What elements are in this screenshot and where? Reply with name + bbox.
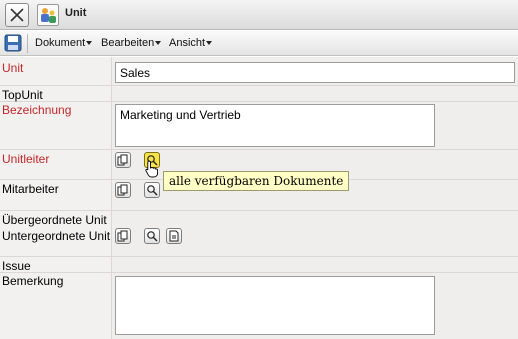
copy-icon (117, 184, 128, 196)
label-bezeichnung: Bezeichnung (2, 103, 72, 117)
label-bemerkung: Bemerkung (2, 274, 64, 288)
menu-ansicht[interactable]: Ansicht (169, 37, 213, 49)
chevron-down-icon (155, 41, 162, 46)
unit-icon (37, 4, 59, 26)
label-issue: Issue (2, 259, 31, 273)
untergeordnete-search-button[interactable] (144, 228, 160, 244)
untergeordnete-new-document-button[interactable] (166, 228, 182, 244)
tooltip: alle verfügbaren Dokumente (163, 171, 350, 191)
toolbar: Dokument Bearbeiten Ansicht (0, 31, 518, 56)
row-divider (0, 256, 518, 257)
row-divider (0, 101, 518, 102)
row-divider (0, 210, 518, 211)
copy-icon (117, 230, 128, 242)
close-button[interactable] (5, 3, 29, 27)
search-icon (147, 231, 158, 242)
menu-bearbeiten[interactable]: Bearbeiten (101, 37, 162, 49)
unitleiter-copy-button[interactable] (115, 152, 131, 168)
menu-dokument[interactable]: Dokument (35, 37, 93, 49)
bezeichnung-textarea[interactable]: Marketing und Vertrieb (115, 104, 435, 147)
bemerkung-textarea[interactable] (115, 276, 435, 335)
row-divider (0, 149, 518, 150)
toolbar-separator (27, 34, 28, 53)
label-topunit: TopUnit (2, 88, 43, 102)
mitarbeiter-search-button[interactable] (144, 182, 160, 198)
title-bar: Unit (0, 0, 518, 30)
chevron-down-icon (86, 41, 93, 46)
document-icon (169, 230, 179, 242)
search-icon (147, 185, 158, 196)
label-unitleiter: Unitleiter (2, 152, 50, 166)
mitarbeiter-copy-button[interactable] (115, 182, 131, 198)
copy-icon (117, 154, 128, 166)
label-unit: Unit (2, 61, 24, 75)
label-uebergeordnete-unit: Übergeordnete Unit (2, 213, 107, 227)
save-icon[interactable] (4, 34, 22, 52)
hand-cursor-icon (145, 160, 159, 178)
close-icon (10, 8, 24, 22)
row-divider (0, 85, 518, 86)
label-untergeordnete-unit: Untergeordnete Unit (2, 229, 111, 243)
label-mitarbeiter: Mitarbeiter (2, 182, 59, 196)
untergeordnete-copy-button[interactable] (115, 228, 131, 244)
row-divider (0, 272, 518, 273)
chevron-down-icon (206, 41, 213, 46)
window-title: Unit (65, 7, 87, 19)
unit-input[interactable]: Sales (115, 62, 515, 83)
